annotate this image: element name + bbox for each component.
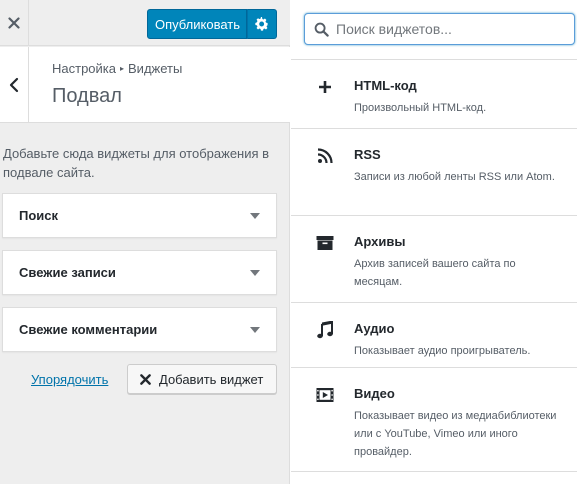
reorder-link[interactable]: Упорядочить [31,372,108,387]
add-widget-button[interactable]: Добавить виджет [127,364,277,394]
breadcrumb-separator-icon: ▸ [120,64,125,73]
section-header: Настройка ▸ Виджеты Подвал [0,47,290,123]
rss-icon [315,146,335,166]
customizer-header: Опубликовать [0,0,290,46]
area-widget[interactable]: Свежие записи [2,250,277,295]
available-widget-title: HTML-код [354,78,417,93]
breadcrumb: Настройка ▸ Виджеты [52,61,182,76]
available-widget-title: Видео [354,386,395,401]
music-note-icon [315,320,335,340]
section-title: Подвал [52,85,122,107]
add-widget-label: Добавить виджет [159,371,264,387]
available-widget-title: RSS [354,147,381,162]
customizer-panel: Опубликовать Настройка ▸ Виджеты Подвал … [0,0,290,484]
available-widget-desc: Показывает аудио проигрыватель. [354,345,531,357]
chevron-left-icon [9,77,19,93]
publish-settings-button[interactable] [247,9,278,39]
available-widget[interactable]: RSS Записи из любой ленты RSS или Atom. [291,130,577,216]
available-widgets-panel: HTML-код Произвольный HTML-код. RSS Запи… [291,0,577,484]
available-widget-desc: Показывает видео из медиабиблиотеки или … [354,410,557,458]
available-widget-desc: Записи из любой ленты RSS или Atom. [354,171,555,183]
caret-down-icon[interactable] [250,213,260,219]
breadcrumb-current: Виджеты [128,61,183,76]
caret-down-icon[interactable] [250,327,260,333]
close-button[interactable] [0,0,29,46]
video-icon [315,385,335,405]
area-widget[interactable]: Поиск [2,193,277,238]
search-icon [314,22,329,37]
close-icon [8,17,20,29]
area-widget[interactable]: Свежие комментарии [2,307,277,352]
available-widget-title: Аудио [354,321,395,336]
available-widget-title: Архивы [354,234,406,249]
search-input[interactable] [336,19,566,39]
search-box[interactable] [304,13,575,45]
available-widget[interactable]: Аудио Показывает аудио проигрыватель. [291,304,577,368]
available-widget-desc: Архив записей вашего сайта по месяцам. [354,258,516,288]
plus-icon [315,77,335,97]
available-widget[interactable]: HTML-код Произвольный HTML-код. [291,61,577,129]
close-icon [140,373,151,385]
back-button[interactable] [0,47,29,123]
publish-button[interactable]: Опубликовать [147,9,248,39]
available-widget[interactable]: Видео Показывает видео из медиабиблиотек… [291,369,577,472]
section-description: Добавьте сюда виджеты для отображения в … [3,146,270,180]
area-widget-title: Поиск [19,208,59,223]
gear-icon [255,17,269,31]
area-widget-title: Свежие записи [19,265,116,280]
area-widget-title: Свежие комментарии [19,322,158,337]
caret-down-icon[interactable] [250,270,260,276]
available-widget[interactable]: Архивы Архив записей вашего сайта по мес… [291,217,577,303]
available-widget-desc: Произвольный HTML-код. [354,102,487,114]
archive-icon [315,233,335,253]
widget-search-bar [291,0,577,60]
publish-group: Опубликовать [147,9,278,39]
breadcrumb-root: Настройка [52,61,116,76]
